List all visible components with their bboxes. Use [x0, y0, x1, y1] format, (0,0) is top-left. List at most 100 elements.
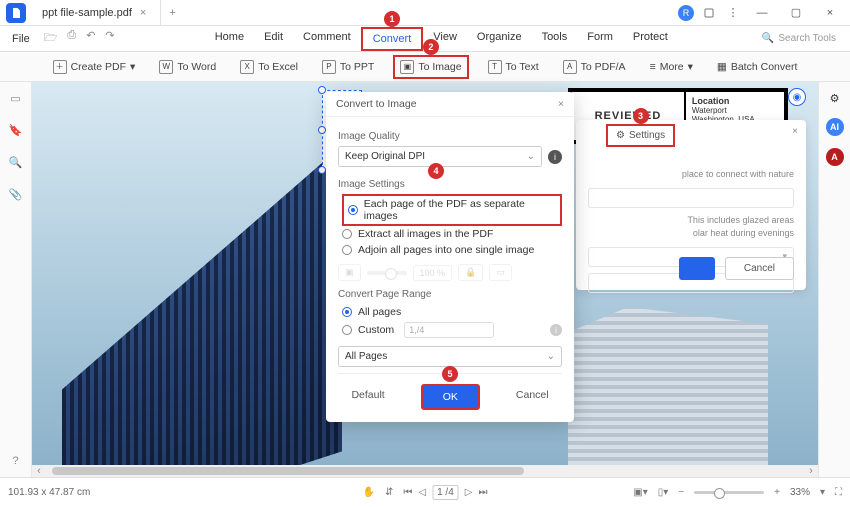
first-page-icon[interactable]: ⏮ [403, 487, 412, 498]
settings-button[interactable]: ⚙ Settings 3 [606, 124, 675, 147]
page-total: /4 [445, 487, 453, 498]
bookmark-icon[interactable]: 🔖 [8, 122, 24, 138]
to-word-button[interactable]: WTo Word [154, 57, 221, 77]
scrollbar-thumb[interactable] [52, 467, 524, 475]
scroll-left-icon[interactable]: ‹ [32, 465, 46, 477]
zoom-slider[interactable] [367, 271, 407, 275]
attachment-icon[interactable]: 📎 [8, 186, 24, 202]
single-page-icon[interactable]: ▯▾ [658, 487, 669, 498]
tab-close-icon[interactable]: × [140, 7, 146, 19]
quality-label: Image Quality [338, 131, 562, 142]
undo-icon[interactable]: ↶ [86, 29, 95, 48]
share-icon[interactable] [700, 4, 718, 22]
assist-badge-icon[interactable]: A [826, 148, 844, 166]
menu-convert[interactable]: Convert 1 [361, 27, 424, 51]
horizontal-scrollbar[interactable]: ‹ › [32, 465, 818, 477]
new-tab-button[interactable]: + [161, 7, 183, 19]
menu-tools[interactable]: Tools [532, 27, 578, 51]
maximize-button[interactable]: ▢ [782, 2, 810, 24]
gear-icon: ⚙ [616, 130, 625, 141]
to-text-button[interactable]: TTo Text [483, 57, 544, 77]
opt-each-page[interactable]: Each page of the PDF as separate images [342, 194, 562, 226]
page-input[interactable]: 1 /4 [432, 485, 459, 500]
crop-icon[interactable]: ▣ [338, 264, 361, 281]
kebab-menu-icon[interactable]: ⋮ [724, 4, 742, 22]
close-icon[interactable]: × [792, 126, 798, 137]
batch-convert-button[interactable]: ▦Batch Convert [712, 58, 802, 76]
search-panel-icon[interactable]: 🔍 [8, 154, 24, 170]
opt-custom[interactable]: Custom 1,/4 i [342, 320, 562, 340]
radio-icon [342, 229, 352, 239]
opt-extract[interactable]: Extract all images in the PDF [342, 226, 562, 242]
page-selection[interactable]: All Pages ⌄ [338, 346, 562, 367]
menu-home[interactable]: Home [205, 27, 254, 51]
sp-field-1[interactable] [588, 188, 794, 208]
settings-label: Image Settings 4 [338, 179, 562, 190]
next-page-icon[interactable]: ▷ [465, 487, 473, 498]
read-mode-icon[interactable]: ⇵ [385, 487, 393, 498]
statusbar: 101.93 x 47.87 cm ✋ ⇵ ⏮ ◁ 1 /4 ▷ ⏭ ▣▾ ▯▾… [0, 477, 850, 507]
last-page-icon[interactable]: ⏭ [478, 487, 487, 498]
help-icon[interactable]: ? [8, 453, 24, 469]
to-text-label: To Text [506, 61, 539, 73]
tab-title: ppt file-sample.pdf [42, 7, 132, 19]
marker-3: 3 [633, 108, 649, 124]
menu-protect[interactable]: Protect [623, 27, 678, 51]
zoom-slider[interactable] [694, 491, 764, 494]
minimize-button[interactable]: — [748, 2, 776, 24]
redo-icon[interactable]: ↷ [105, 29, 114, 48]
pagesel-value: All Pages [345, 351, 387, 362]
prev-page-icon[interactable]: ◁ [418, 487, 426, 498]
info-icon[interactable]: i [548, 150, 562, 164]
close-icon[interactable]: × [558, 98, 564, 110]
hand-tool-icon[interactable]: ✋ [363, 487, 375, 498]
file-menu[interactable]: File [4, 33, 38, 45]
to-pdfa-button[interactable]: ATo PDF/A [558, 57, 631, 77]
ppt-icon: P [322, 60, 336, 74]
fullscreen-icon[interactable]: ⛶ [835, 487, 842, 498]
menu-edit[interactable]: Edit [254, 27, 293, 51]
opt-adjoin-label: Adjoin all pages into one single image [358, 244, 534, 256]
resize-handle[interactable] [318, 86, 326, 94]
properties-icon[interactable]: ⚙ [827, 90, 843, 106]
lock-icon[interactable]: 🔒 [458, 264, 483, 281]
sp-ok-button[interactable] [679, 257, 715, 280]
zoom-in-icon[interactable]: + [774, 487, 780, 498]
close-window-button[interactable]: × [816, 2, 844, 24]
zoom-out-icon[interactable]: − [678, 487, 684, 498]
ai-badge-icon[interactable]: AI [826, 118, 844, 136]
menu-convert-label: Convert [373, 33, 412, 45]
scroll-right-icon[interactable]: › [804, 465, 818, 477]
excel-icon: X [240, 60, 254, 74]
chevron-down-icon: ⌄ [527, 151, 535, 162]
menu-comment[interactable]: Comment [293, 27, 361, 51]
create-pdf-button[interactable]: ＋Create PDF▾ [48, 57, 141, 77]
to-excel-button[interactable]: XTo Excel [235, 57, 303, 77]
resize-handle[interactable] [318, 126, 326, 134]
menu-form[interactable]: Form [577, 27, 623, 51]
open-icon[interactable]: 🗁 [44, 29, 58, 48]
fit-page-icon[interactable]: ▣▾ [633, 487, 647, 498]
opt-all-pages[interactable]: All pages [342, 304, 562, 320]
opt-adjoin[interactable]: Adjoin all pages into one single image [342, 242, 562, 258]
sp-cancel-button[interactable]: Cancel [725, 257, 794, 280]
cloud-sync-icon[interactable]: ◉ [788, 88, 806, 106]
document-tab[interactable]: ppt file-sample.pdf × [32, 0, 161, 25]
resize-handle[interactable] [318, 166, 326, 174]
to-ppt-button[interactable]: PTo PPT [317, 57, 379, 77]
custom-range-input[interactable]: 1,/4 [404, 322, 494, 338]
device-icon[interactable]: ▭ [489, 264, 512, 281]
ok-button[interactable]: OK [421, 384, 480, 410]
print-icon[interactable]: ⎙ [67, 29, 76, 48]
menu-organize[interactable]: Organize [467, 27, 532, 51]
info-icon[interactable]: i [550, 324, 562, 336]
search-tools[interactable]: 🔍 Search Tools [762, 33, 846, 44]
chevron-down-icon[interactable]: ▾ [820, 487, 825, 498]
user-avatar[interactable]: R [678, 5, 694, 21]
default-button[interactable]: Default [331, 384, 404, 410]
thumbnail-icon[interactable]: ▭ [8, 90, 24, 106]
cancel-button[interactable]: Cancel [496, 384, 569, 410]
dialog-title: Convert to Image [336, 98, 417, 110]
to-image-button[interactable]: ▣To Image 2 [393, 55, 468, 79]
more-button[interactable]: ≡More▾ [645, 58, 698, 76]
